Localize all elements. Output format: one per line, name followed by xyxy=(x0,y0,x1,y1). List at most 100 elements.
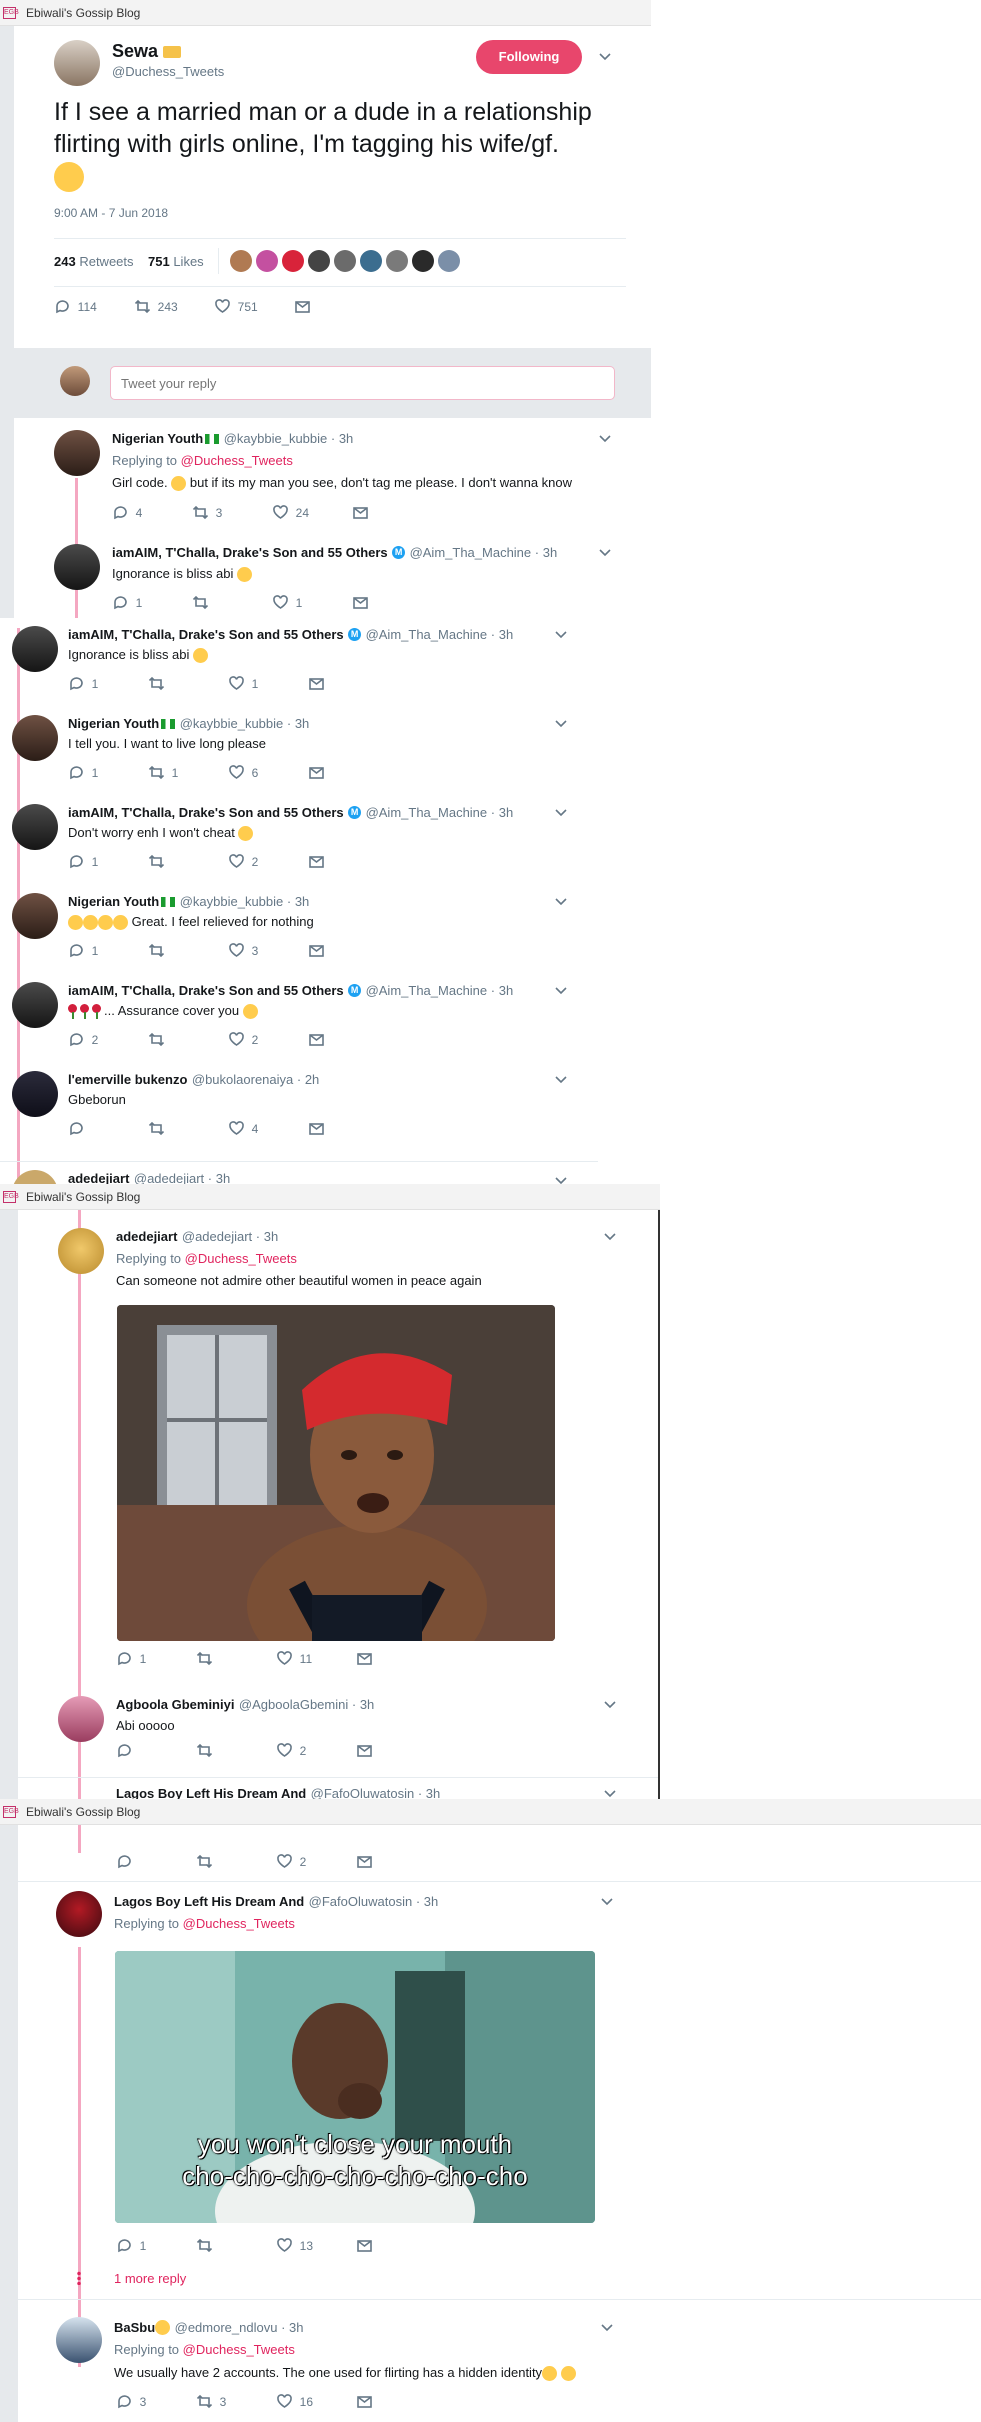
like-button[interactable]: 2 xyxy=(276,1853,306,1870)
chevron-down-icon[interactable] xyxy=(603,1232,617,1242)
chevron-down-icon[interactable] xyxy=(603,1700,617,1710)
chevron-down-icon[interactable] xyxy=(554,719,568,729)
author-name[interactable]: adedejiart xyxy=(68,1171,129,1184)
timestamp[interactable]: 3h xyxy=(295,894,309,909)
like-button[interactable]: 4 xyxy=(228,1120,258,1137)
message-button[interactable] xyxy=(294,298,311,315)
avatar[interactable] xyxy=(54,544,100,590)
chevron-down-icon[interactable] xyxy=(554,986,568,996)
timestamp[interactable]: 3h xyxy=(360,1697,374,1712)
author-name[interactable]: Nigerian Youth xyxy=(68,716,159,731)
liker-avatar[interactable] xyxy=(386,250,408,272)
author-handle[interactable]: @bukolaorenaiya xyxy=(192,1072,293,1087)
retweet-button[interactable] xyxy=(192,594,209,611)
retweet-button[interactable] xyxy=(148,1120,172,1137)
mention-link[interactable]: @Duchess_Tweets xyxy=(183,1916,295,1931)
retweet-button[interactable]: 1 xyxy=(148,764,178,781)
reply-button[interactable]: 4 xyxy=(112,504,142,521)
like-button[interactable]: 2 xyxy=(228,853,258,870)
timestamp[interactable]: 3h xyxy=(499,805,513,820)
avatar[interactable] xyxy=(12,626,58,672)
like-button[interactable]: 2 xyxy=(276,1742,306,1759)
author-name[interactable]: Agboola Gbeminiyi xyxy=(116,1697,234,1712)
chevron-down-icon[interactable] xyxy=(598,52,612,62)
timestamp[interactable]: 3h xyxy=(339,431,353,446)
avatar[interactable] xyxy=(56,1891,102,1937)
reply-button[interactable] xyxy=(68,1120,92,1137)
retweet-button[interactable] xyxy=(148,1031,172,1048)
liker-avatar[interactable] xyxy=(438,250,460,272)
message-button[interactable] xyxy=(308,942,325,959)
author-handle[interactable]: @kaybbie_kubbie xyxy=(180,894,284,909)
reply-button[interactable] xyxy=(116,1853,133,1870)
chevron-down-icon[interactable] xyxy=(554,1176,568,1184)
author-name[interactable]: l'emerville bukenzo xyxy=(68,1072,187,1087)
reply-button[interactable]: 1 xyxy=(116,2237,146,2254)
like-button[interactable]: 2 xyxy=(228,1031,258,1048)
author-name[interactable]: iamAIM, T'Challa, Drake's Son and 55 Oth… xyxy=(68,805,344,820)
author-handle[interactable]: @adedejiart xyxy=(134,1171,204,1184)
author-handle[interactable]: @Aim_Tha_Machine xyxy=(366,983,488,998)
liker-avatar[interactable] xyxy=(412,250,434,272)
message-button[interactable] xyxy=(356,2393,373,2410)
tweet-image[interactable] xyxy=(117,1305,555,1641)
author-handle[interactable]: @AgboolaGbemini xyxy=(239,1697,348,1712)
avatar[interactable] xyxy=(12,893,58,939)
author-handle[interactable]: @Aim_Tha_Machine xyxy=(366,627,488,642)
reply-button[interactable]: 1 xyxy=(68,942,98,959)
more-replies-link[interactable]: 1 more reply xyxy=(114,2271,186,2286)
liker-avatar[interactable] xyxy=(360,250,382,272)
liker-avatar[interactable] xyxy=(256,250,278,272)
chevron-down-icon[interactable] xyxy=(554,1075,568,1085)
likes-stat[interactable]: 751 Likes xyxy=(148,254,204,269)
timestamp[interactable]: 3h xyxy=(289,2320,303,2335)
like-button[interactable]: 16 xyxy=(276,2393,313,2410)
author-name[interactable]: iamAIM, T'Challa, Drake's Son and 55 Oth… xyxy=(68,627,344,642)
retweet-button[interactable] xyxy=(148,675,172,692)
tweet-gif[interactable]: you won't close your mouth cho-cho-cho-c… xyxy=(115,1951,595,2223)
author-name[interactable]: iamAIM, T'Challa, Drake's Son and 55 Oth… xyxy=(112,545,388,560)
retweet-button[interactable] xyxy=(148,853,172,870)
mention-link[interactable]: @Duchess_Tweets xyxy=(183,2342,295,2357)
reply-input[interactable] xyxy=(110,366,615,400)
reply-button[interactable]: 2 xyxy=(68,1031,98,1048)
chevron-down-icon[interactable] xyxy=(554,630,568,640)
timestamp[interactable]: 3h xyxy=(424,1894,438,1909)
like-button[interactable]: 1 xyxy=(272,594,302,611)
author-handle[interactable]: @kaybbie_kubbie xyxy=(224,431,328,446)
tweet-timestamp[interactable]: 9:00 AM - 7 Jun 2018 xyxy=(54,206,168,220)
avatar[interactable] xyxy=(12,804,58,850)
chevron-down-icon[interactable] xyxy=(598,434,612,444)
chevron-down-icon[interactable] xyxy=(600,2323,614,2333)
avatar[interactable] xyxy=(12,1071,58,1117)
reply-button[interactable]: 1 xyxy=(112,594,142,611)
like-button[interactable]: 1 xyxy=(228,675,258,692)
avatar[interactable] xyxy=(12,982,58,1028)
retweet-button[interactable] xyxy=(196,1742,213,1759)
retweet-button[interactable] xyxy=(196,1650,213,1667)
avatar[interactable] xyxy=(54,40,100,86)
like-button[interactable]: 3 xyxy=(228,942,258,959)
avatar[interactable] xyxy=(56,2317,102,2363)
reply-button[interactable]: 114 xyxy=(54,298,97,315)
message-button[interactable] xyxy=(356,2237,373,2254)
timestamp[interactable]: 3h xyxy=(426,1786,440,1799)
author-name[interactable]: Lagos Boy Left His Dream And xyxy=(116,1786,306,1799)
reply-button[interactable] xyxy=(116,1742,133,1759)
author-name[interactable]: adedejiart xyxy=(116,1229,177,1244)
author-name[interactable]: Nigerian Youth xyxy=(68,894,159,909)
chevron-down-icon[interactable] xyxy=(603,1789,617,1799)
like-button[interactable]: 6 xyxy=(228,764,258,781)
retweet-button[interactable]: 243 xyxy=(134,298,178,315)
timestamp[interactable]: 3h xyxy=(216,1171,230,1184)
author-handle[interactable]: @Aim_Tha_Machine xyxy=(410,545,532,560)
message-button[interactable] xyxy=(308,1031,325,1048)
like-button[interactable]: 11 xyxy=(276,1650,312,1667)
liker-avatar[interactable] xyxy=(230,250,252,272)
author-name[interactable]: iamAIM, T'Challa, Drake's Son and 55 Oth… xyxy=(68,983,344,998)
timestamp[interactable]: 3h xyxy=(499,983,513,998)
retweet-button[interactable]: 3 xyxy=(196,2393,226,2410)
author-handle[interactable]: @FafoOluwatosin xyxy=(311,1786,415,1799)
avatar[interactable] xyxy=(58,1228,104,1274)
liker-avatar[interactable] xyxy=(308,250,330,272)
